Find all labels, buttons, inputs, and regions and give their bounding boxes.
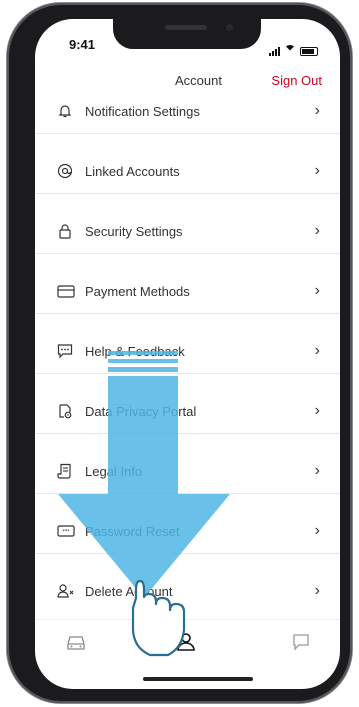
svg-text:***: *** bbox=[62, 530, 70, 536]
menu-item-label: Delete Account bbox=[85, 584, 173, 599]
device-notch bbox=[113, 19, 261, 49]
divider bbox=[35, 253, 340, 254]
divider bbox=[35, 133, 340, 134]
menu-item-label: Notification Settings bbox=[85, 104, 200, 119]
battery-icon bbox=[300, 47, 318, 56]
menu-item-label: Legal Info bbox=[85, 464, 143, 479]
menu-item-label: Linked Accounts bbox=[85, 164, 180, 179]
speaker-icon bbox=[165, 25, 207, 30]
menu-item-help-feedback[interactable]: Help & Feedback › bbox=[35, 329, 340, 373]
sign-out-button[interactable]: Sign Out bbox=[271, 73, 322, 88]
divider bbox=[35, 193, 340, 194]
privacy-icon bbox=[57, 403, 75, 419]
menu-item-label: Password Reset bbox=[85, 524, 180, 539]
tab-account[interactable] bbox=[175, 632, 205, 656]
menu-item-password-reset[interactable]: *** Password Reset › bbox=[35, 509, 340, 553]
user-icon bbox=[175, 633, 197, 656]
menu-item-notification-settings[interactable]: Notification Settings › bbox=[35, 89, 340, 133]
tab-messages[interactable] bbox=[290, 632, 320, 656]
menu-item-payment-methods[interactable]: Payment Methods › bbox=[35, 269, 340, 313]
wifi-icon bbox=[284, 38, 296, 56]
divider bbox=[35, 493, 340, 494]
app-screen: 9:41 Account Sign Out Notification Setti… bbox=[35, 19, 340, 689]
camera-icon bbox=[226, 24, 233, 31]
menu-item-linked-accounts[interactable]: Linked Accounts › bbox=[35, 149, 340, 193]
menu-item-security-settings[interactable]: Security Settings › bbox=[35, 209, 340, 253]
menu-item-delete-account[interactable]: Delete Account › bbox=[35, 569, 340, 613]
password-icon: *** bbox=[57, 523, 75, 539]
menu-item-data-privacy-portal[interactable]: Data Privacy Portal › bbox=[35, 389, 340, 433]
status-time: 9:41 bbox=[69, 37, 96, 52]
signal-icon bbox=[269, 47, 280, 56]
divider bbox=[35, 553, 340, 554]
document-icon bbox=[57, 463, 75, 479]
chevron-right-icon: › bbox=[314, 342, 320, 359]
menu-item-label: Help & Feedback bbox=[85, 344, 185, 359]
phone-frame: 9:41 Account Sign Out Notification Setti… bbox=[7, 3, 352, 703]
message-icon bbox=[290, 634, 312, 656]
divider bbox=[35, 433, 340, 434]
chevron-right-icon: › bbox=[314, 222, 320, 239]
chevron-right-icon: › bbox=[314, 582, 320, 599]
chevron-right-icon: › bbox=[314, 402, 320, 419]
menu-item-legal-info[interactable]: Legal Info › bbox=[35, 449, 340, 493]
divider bbox=[35, 373, 340, 374]
chevron-right-icon: › bbox=[314, 522, 320, 539]
divider bbox=[35, 313, 340, 314]
bell-icon bbox=[57, 103, 75, 119]
menu-item-label: Data Privacy Portal bbox=[85, 404, 197, 419]
card-icon bbox=[57, 283, 75, 299]
delete-user-icon bbox=[57, 583, 75, 599]
status-icons bbox=[269, 38, 318, 56]
at-icon bbox=[57, 163, 75, 179]
bottom-tab-bar bbox=[35, 619, 340, 670]
chat-icon bbox=[57, 343, 75, 359]
chevron-right-icon: › bbox=[314, 462, 320, 479]
chevron-right-icon: › bbox=[314, 162, 320, 179]
menu-item-label: Payment Methods bbox=[85, 284, 190, 299]
menu-item-label: Security Settings bbox=[85, 224, 183, 239]
chevron-right-icon: › bbox=[314, 102, 320, 119]
tab-vehicle[interactable] bbox=[65, 632, 95, 656]
page-title: Account bbox=[175, 73, 222, 88]
home-indicator bbox=[143, 677, 253, 681]
chevron-right-icon: › bbox=[314, 282, 320, 299]
car-icon bbox=[65, 636, 87, 656]
lock-icon bbox=[57, 223, 75, 239]
